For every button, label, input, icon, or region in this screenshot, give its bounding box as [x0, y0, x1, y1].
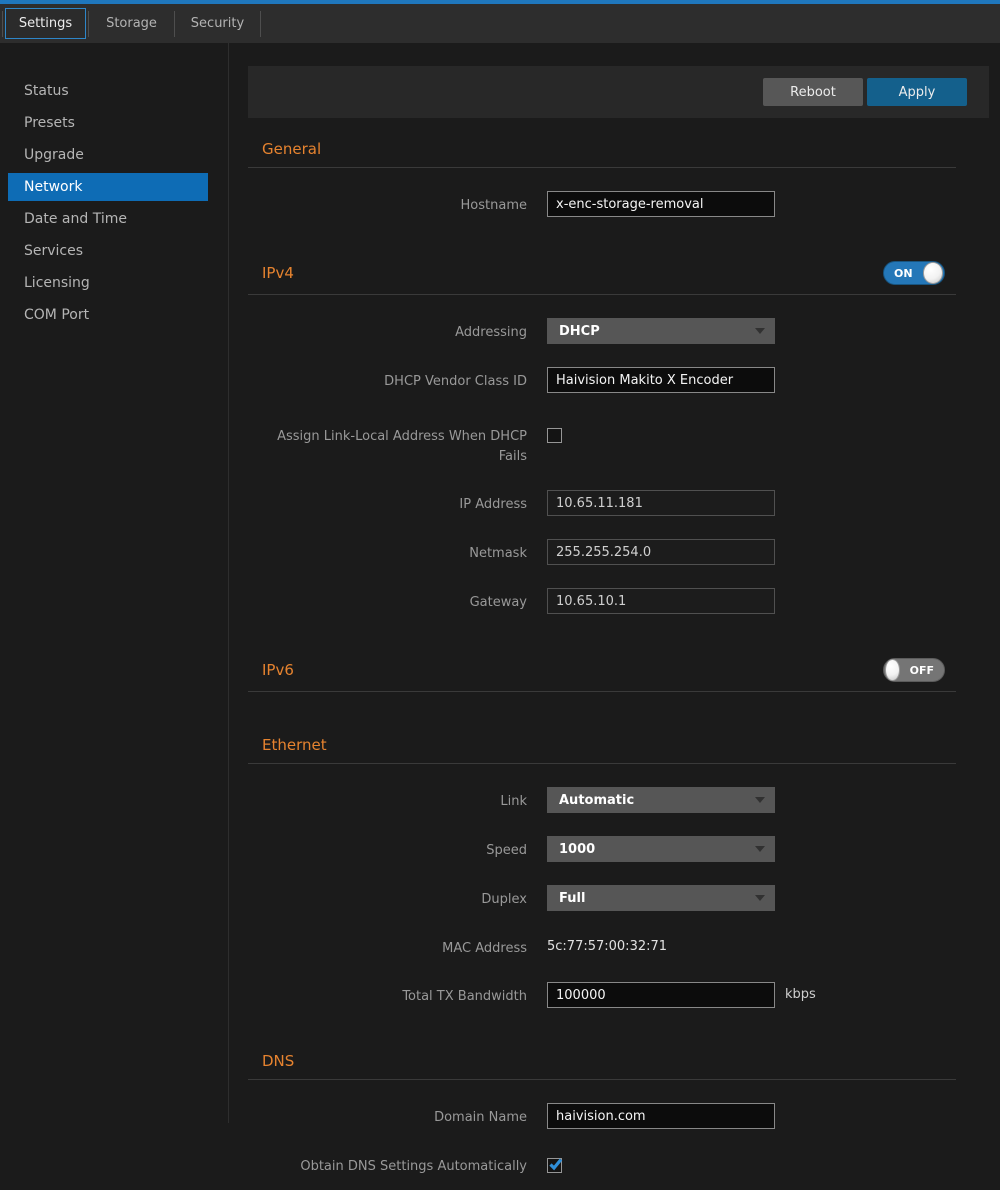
tab-separator	[260, 11, 261, 37]
section-ipv6-header: IPv6 OFF	[248, 658, 956, 682]
sidebar-item-status[interactable]: Status	[8, 77, 208, 105]
speed-label: Speed	[248, 836, 527, 862]
obtain-dns-checkbox[interactable]	[547, 1158, 562, 1173]
speed-selected-value: 1000	[559, 842, 595, 857]
ipv4-toggle-label: ON	[884, 267, 923, 280]
tab-security-label: Security	[191, 16, 244, 31]
dhcp-vendor-label: DHCP Vendor Class ID	[248, 367, 527, 393]
section-title-ipv4: IPv4	[248, 264, 294, 282]
ipv4-toggle[interactable]: ON	[883, 261, 945, 285]
section-divider	[248, 167, 956, 168]
section-divider	[248, 763, 956, 764]
section-divider	[248, 1079, 956, 1080]
tx-bandwidth-unit: kbps	[785, 982, 816, 1008]
sidebar-item-network[interactable]: Network	[8, 173, 208, 201]
chevron-down-icon	[755, 328, 765, 334]
duplex-label: Duplex	[248, 885, 527, 911]
sidebar-item-com-port[interactable]: COM Port	[8, 301, 208, 329]
mac-address-value: 5c:77:57:00:32:71	[547, 934, 667, 954]
mac-address-label: MAC Address	[248, 934, 527, 959]
duplex-dropdown[interactable]: Full	[547, 885, 775, 911]
ipv6-toggle[interactable]: OFF	[883, 658, 945, 682]
reboot-button[interactable]: Reboot	[763, 78, 863, 106]
netmask-row: Netmask	[248, 539, 989, 565]
domain-name-row: Domain Name	[248, 1103, 989, 1129]
mac-address-row: MAC Address 5c:77:57:00:32:71	[248, 934, 989, 959]
chevron-down-icon	[755, 895, 765, 901]
tx-bandwidth-label: Total TX Bandwidth	[248, 982, 527, 1008]
gateway-input[interactable]	[547, 588, 775, 614]
dhcp-vendor-row: DHCP Vendor Class ID	[248, 367, 989, 393]
ip-address-row: IP Address	[248, 490, 989, 516]
ip-address-input[interactable]	[547, 490, 775, 516]
hostname-input[interactable]	[547, 191, 775, 217]
tab-storage[interactable]: Storage	[89, 4, 174, 43]
section-ipv4-header: IPv4 ON	[248, 261, 956, 285]
duplex-selected-value: Full	[559, 891, 585, 906]
tx-bandwidth-input[interactable]	[547, 982, 775, 1008]
speed-dropdown[interactable]: 1000	[547, 836, 775, 862]
speed-row: Speed 1000	[248, 836, 989, 862]
hostname-label: Hostname	[248, 191, 527, 217]
tab-settings[interactable]: Settings	[3, 4, 88, 43]
dhcp-vendor-input[interactable]	[547, 367, 775, 393]
main-area: Status Presets Upgrade Network Date and …	[0, 43, 1000, 1190]
chevron-down-icon	[755, 797, 765, 803]
toggle-knob	[885, 659, 900, 681]
link-label: Link	[248, 787, 527, 813]
chevron-down-icon	[755, 846, 765, 852]
tab-storage-label: Storage	[106, 16, 157, 31]
sidebar-item-date-and-time[interactable]: Date and Time	[8, 205, 208, 233]
section-general-header: General	[248, 140, 956, 158]
link-selected-value: Automatic	[559, 793, 634, 808]
section-title-ethernet: Ethernet	[248, 736, 327, 754]
domain-name-input[interactable]	[547, 1103, 775, 1129]
link-row: Link Automatic	[248, 787, 989, 813]
section-divider	[248, 691, 956, 692]
duplex-row: Duplex Full	[248, 885, 989, 911]
apply-button[interactable]: Apply	[867, 78, 967, 106]
netmask-label: Netmask	[248, 539, 527, 565]
tab-security[interactable]: Security	[175, 4, 260, 43]
tx-bandwidth-row: Total TX Bandwidth kbps	[248, 982, 989, 1008]
checkmark-icon	[548, 1157, 563, 1172]
section-title-ipv6: IPv6	[248, 661, 294, 679]
tab-settings-label: Settings	[5, 8, 86, 39]
addressing-label: Addressing	[248, 318, 527, 344]
section-divider	[248, 294, 956, 295]
hostname-row: Hostname	[248, 191, 989, 217]
link-local-row: Assign Link-Local Address When DHCP Fail…	[248, 422, 989, 467]
addressing-selected-value: DHCP	[559, 324, 600, 339]
addressing-row: Addressing DHCP	[248, 318, 989, 344]
section-title-dns: DNS	[248, 1052, 294, 1070]
obtain-dns-row: Obtain DNS Settings Automatically	[248, 1152, 989, 1177]
sidebar-item-licensing[interactable]: Licensing	[8, 269, 208, 297]
toggle-knob	[923, 262, 943, 284]
top-tab-bar: Settings Storage Security	[0, 0, 1000, 43]
sidebar-item-presets[interactable]: Presets	[8, 109, 208, 137]
ipv6-toggle-label: OFF	[900, 664, 944, 677]
gateway-label: Gateway	[248, 588, 527, 614]
link-local-checkbox[interactable]	[547, 428, 562, 443]
network-settings-page: Reboot Apply General Hostname IPv4 ON Ad…	[229, 43, 1000, 1190]
section-dns-header: DNS	[248, 1052, 956, 1070]
link-local-label: Assign Link-Local Address When DHCP Fail…	[248, 422, 527, 467]
sidebar-item-upgrade[interactable]: Upgrade	[8, 141, 208, 169]
addressing-dropdown[interactable]: DHCP	[547, 318, 775, 344]
action-toolbar: Reboot Apply	[248, 66, 989, 118]
netmask-input[interactable]	[547, 539, 775, 565]
obtain-dns-label: Obtain DNS Settings Automatically	[248, 1152, 527, 1177]
sidebar-nav: Status Presets Upgrade Network Date and …	[0, 43, 229, 1123]
link-dropdown[interactable]: Automatic	[547, 787, 775, 813]
domain-name-label: Domain Name	[248, 1103, 527, 1129]
section-title-general: General	[248, 140, 321, 158]
ip-address-label: IP Address	[248, 490, 527, 516]
gateway-row: Gateway	[248, 588, 989, 614]
sidebar-item-services[interactable]: Services	[8, 237, 208, 265]
section-ethernet-header: Ethernet	[248, 736, 956, 754]
